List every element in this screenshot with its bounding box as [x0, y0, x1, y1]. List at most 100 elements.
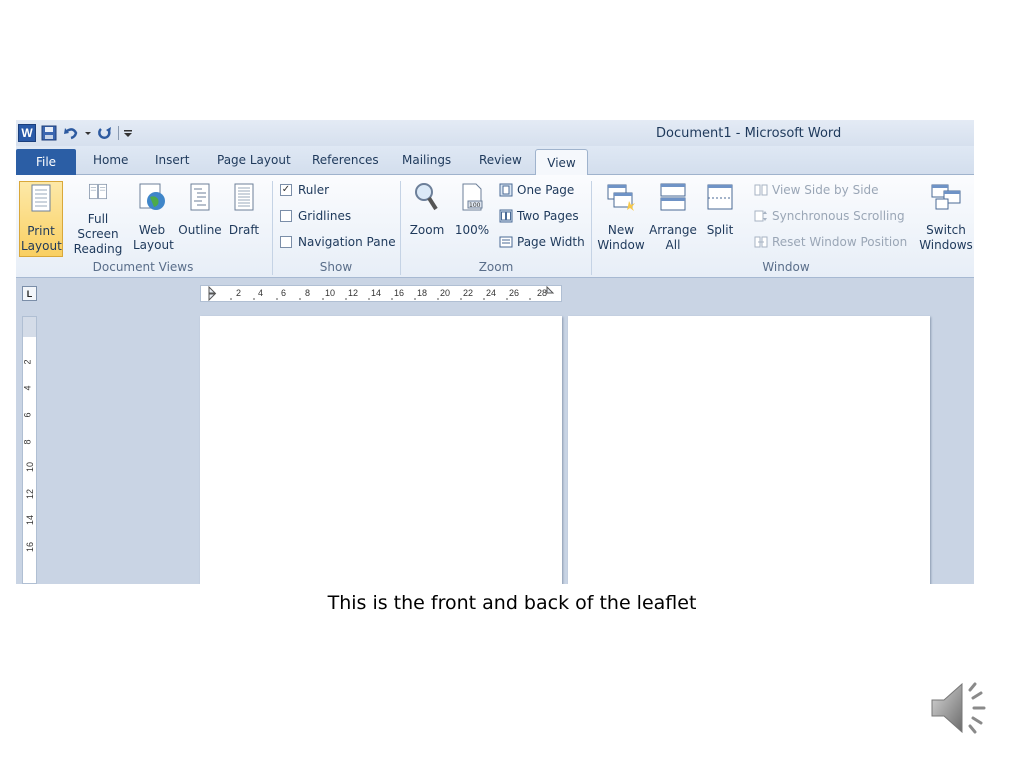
ruler-label: 12 [348, 288, 359, 298]
split-label: Split [706, 223, 734, 237]
gridlines-label: Gridlines [298, 209, 352, 223]
print-layout-label: Print Layout [21, 224, 62, 253]
tab-review[interactable]: Review [479, 153, 522, 167]
web-layout-icon [139, 183, 165, 210]
document-page-front[interactable] [200, 316, 562, 584]
split-button[interactable]: Split [702, 181, 738, 257]
view-side-by-side-button[interactable]: View Side by Side [754, 183, 879, 197]
ruler-label: 22 [463, 288, 474, 298]
tab-home[interactable]: Home [93, 153, 128, 167]
zoom-100-icon: 100 [462, 183, 483, 211]
two-pages-button[interactable]: Two Pages [499, 209, 579, 223]
ruler-label: 6 [281, 288, 287, 298]
vertical-ruler[interactable]: 2 4 6 8 10 12 14 16 [22, 316, 37, 584]
window-title: Document1 - Microsoft Word [656, 126, 842, 141]
web-layout-label: Web Layout [133, 223, 174, 252]
tab-view[interactable]: View [535, 149, 588, 176]
view-side-by-side-label: View Side by Side [772, 183, 879, 197]
ruler-label: 4 [22, 385, 33, 391]
arrange-all-icon [660, 183, 686, 211]
tab-mailings[interactable]: Mailings [402, 153, 451, 167]
document-views-group-label: Document Views [92, 260, 194, 274]
ruler-label: 8 [22, 439, 33, 445]
reset-window-position-button[interactable]: Reset Window Position [754, 235, 907, 249]
show-group-label: Show [319, 260, 353, 274]
new-window-label: New Window [597, 223, 645, 252]
tab-selector[interactable]: L [22, 286, 37, 301]
tab-page-layout[interactable]: Page Layout [217, 153, 291, 167]
navigation-pane-label: Navigation Pane [298, 235, 396, 249]
ruler-label: 14 [25, 514, 36, 526]
ruler-checkbox[interactable]: ✓ Ruler [280, 183, 329, 197]
customize-toolbar-icon[interactable] [123, 124, 133, 142]
split-icon [707, 184, 733, 210]
horizontal-ruler[interactable]: 2 4 6 8 10 12 14 16 18 20 22 24 26 28 [200, 285, 562, 302]
document-workspace: L 2 4 6 8 10 12 14 16 18 20 22 24 26 28 … [16, 278, 974, 584]
ruler-label: 20 [440, 288, 451, 298]
quick-access-toolbar: W [18, 124, 133, 142]
navigation-pane-checkbox[interactable]: Navigation Pane [280, 235, 396, 249]
page-width-icon [499, 236, 513, 248]
web-layout-button[interactable]: Web Layout [132, 181, 174, 257]
window-group-label: Window [762, 260, 810, 274]
two-pages-icon [499, 209, 513, 223]
save-icon[interactable] [40, 124, 58, 142]
synchronous-scrolling-label: Synchronous Scrolling [772, 209, 905, 223]
undo-dropdown-icon[interactable] [84, 124, 92, 142]
ruler-label: 26 [509, 288, 520, 298]
page-width-button[interactable]: Page Width [499, 235, 585, 249]
redo-icon[interactable] [96, 124, 114, 142]
print-layout-button[interactable]: Print Layout [19, 181, 63, 257]
full-screen-reading-label: Full Screen Reading [73, 212, 123, 256]
zoom-100-button[interactable]: 100 100% [452, 181, 492, 257]
tab-insert[interactable]: Insert [155, 153, 189, 167]
tab-file[interactable]: File [16, 149, 76, 175]
draft-label: Draft [228, 223, 260, 237]
zoom-button[interactable]: Zoom [408, 181, 446, 257]
one-page-button[interactable]: One Page [499, 183, 574, 197]
ruler-label: 2 [236, 288, 242, 298]
ruler-label: 16 [394, 288, 405, 298]
zoom-group-label: Zoom [478, 260, 514, 274]
arrange-all-button[interactable]: Arrange All [648, 181, 698, 257]
ruler-label: 14 [371, 288, 382, 298]
ribbon-tab-bar: File Home Insert Page Layout References … [16, 146, 974, 176]
navigation-pane-checkbox-box[interactable] [280, 236, 292, 248]
switch-windows-button[interactable]: Switch Windows [918, 181, 974, 257]
draft-icon [234, 183, 254, 211]
draft-button[interactable]: Draft [226, 181, 262, 257]
document-page-back[interactable] [568, 316, 930, 584]
new-window-button[interactable]: New Window [596, 181, 646, 257]
gridlines-checkbox[interactable]: Gridlines [280, 209, 351, 223]
ruler-label: 8 [305, 288, 311, 298]
tab-references[interactable]: References [312, 153, 379, 167]
switch-windows-icon [931, 184, 961, 210]
ruler-label: 16 [25, 541, 36, 553]
ruler-label: 28 [537, 288, 548, 298]
zoom-100-label: 100% [454, 223, 490, 237]
ribbon-view: Print Layout Full Screen Reading Web Lay… [16, 175, 974, 278]
undo-icon[interactable] [62, 124, 80, 142]
reset-window-position-label: Reset Window Position [772, 235, 908, 249]
toolbar-separator [118, 126, 119, 140]
ruler-label: 2 [22, 359, 33, 365]
word-logo-icon[interactable]: W [18, 124, 36, 142]
gridlines-checkbox-box[interactable] [280, 210, 292, 222]
ruler-label: 10 [325, 288, 336, 298]
magnifier-icon [415, 183, 438, 211]
synchronous-scrolling-button[interactable]: Synchronous Scrolling [754, 209, 905, 223]
group-divider [400, 181, 401, 275]
ruler-label: 24 [486, 288, 497, 298]
slide-caption: This is the front and back of the leafle… [327, 592, 697, 614]
speaker-icon[interactable] [928, 676, 996, 740]
ruler-checkbox-box[interactable]: ✓ [280, 184, 292, 196]
switch-windows-label: Switch Windows [919, 223, 973, 252]
ruler-label: 10 [25, 461, 36, 473]
group-divider [591, 181, 592, 275]
print-layout-icon [31, 184, 51, 212]
ruler-label: Ruler [298, 183, 330, 197]
full-screen-reading-button[interactable]: Full Screen Reading [66, 181, 130, 257]
synchronous-scrolling-icon [754, 210, 767, 222]
outline-button[interactable]: Outline [176, 181, 224, 257]
one-page-label: One Page [517, 183, 575, 197]
